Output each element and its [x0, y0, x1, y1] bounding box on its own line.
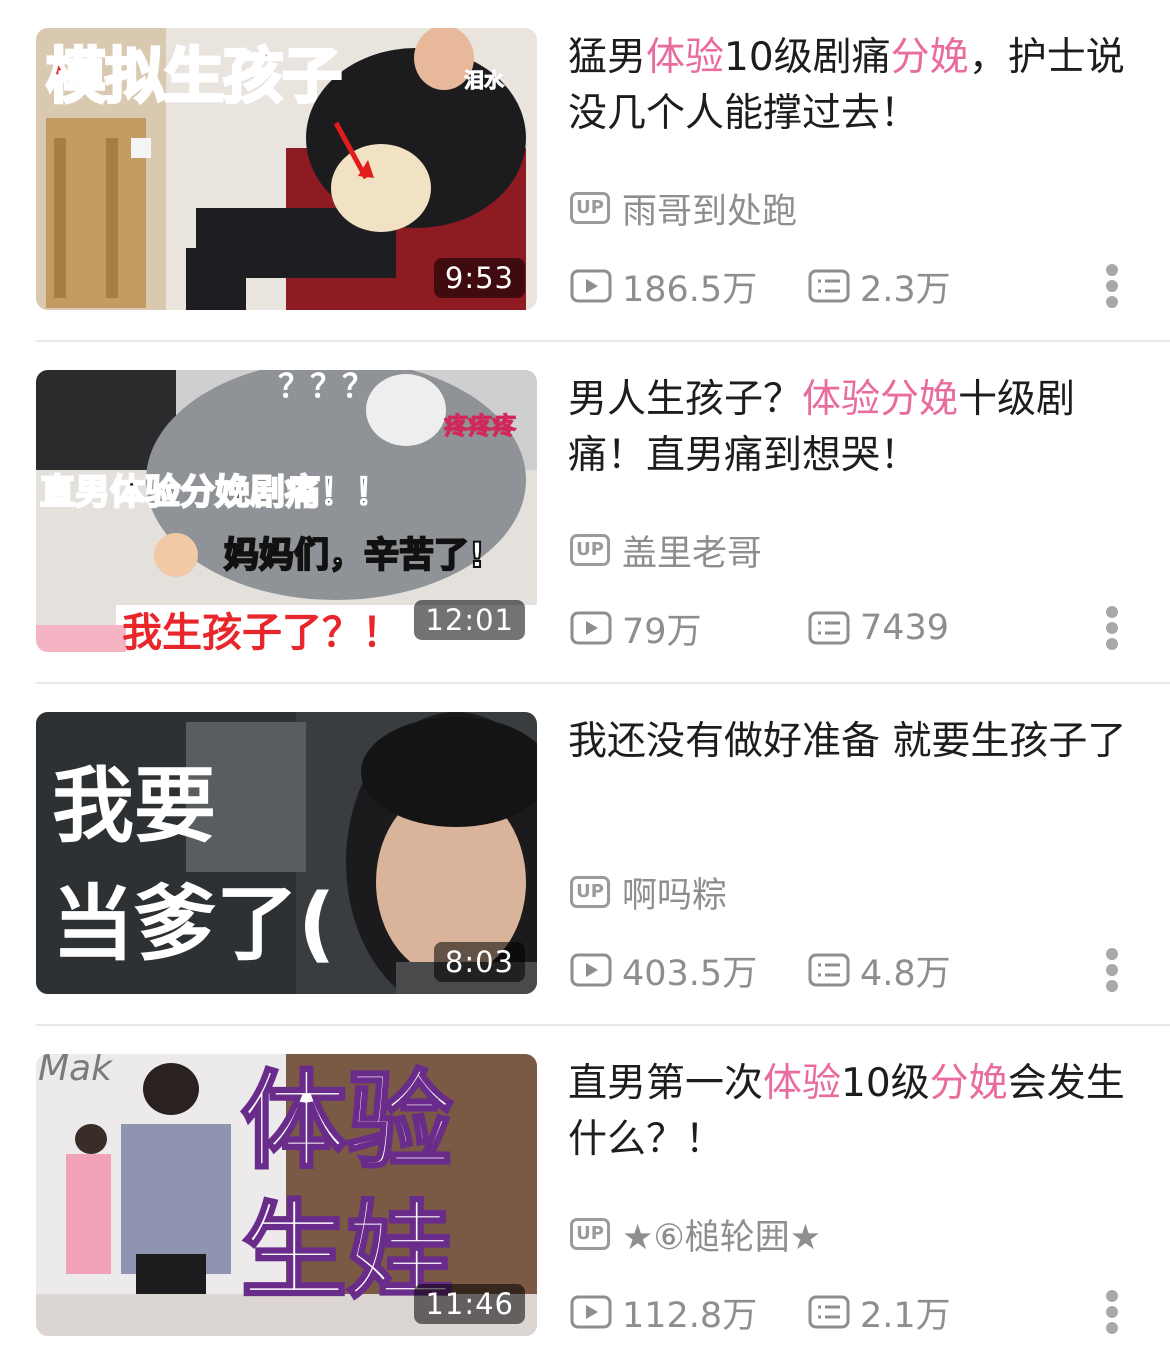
- video-thumbnail[interactable]: Mak 体验 生娃 11:46: [36, 1054, 537, 1336]
- title-text: 猛男: [568, 35, 647, 80]
- title-text: 直男第一次: [568, 1061, 764, 1106]
- play-count: 186.5万: [570, 261, 808, 312]
- danmaku-count-text: 7439: [860, 608, 950, 648]
- play-count-text: 79万: [622, 611, 702, 652]
- title-highlight: 体验: [763, 1061, 842, 1106]
- danmaku-count: 7439: [808, 608, 949, 648]
- title-text: 男人生孩子？: [568, 377, 803, 422]
- video-stats: 186.5万 2.3万: [570, 262, 951, 310]
- video-stats: 403.5万 4.8万: [570, 946, 951, 994]
- thumbnail-overlay-text: 模拟生孩子: [45, 42, 344, 112]
- video-stats: 79万 7439: [570, 604, 949, 652]
- up-badge: UP: [570, 876, 610, 908]
- play-count-text: 112.8万: [622, 1295, 758, 1336]
- video-stats: 112.8万 2.1万: [570, 1288, 951, 1336]
- video-list: 模拟生孩子 泪水 9:53 猛男体验10级剧痛分娩，护士说没几个人能撑过去！ U…: [0, 0, 1170, 1366]
- danmaku-count: 2.1万: [808, 1287, 951, 1338]
- more-vertical-icon[interactable]: [1100, 944, 1126, 996]
- play-count: 79万: [570, 603, 808, 654]
- up-badge: UP: [570, 192, 610, 224]
- danmaku-count: 4.8万: [808, 945, 951, 996]
- play-count: 403.5万: [570, 945, 808, 996]
- uploader-name[interactable]: 雨哥到处跑: [622, 183, 797, 234]
- danmaku-count-icon: [808, 269, 850, 303]
- thumbnail-overlay-text: 我生孩子了？！: [122, 610, 402, 652]
- danmaku-count: 2.3万: [808, 261, 951, 312]
- video-item[interactable]: 我要 当爹了( 8:03 我还没有做好准备 就要生孩子了 UP 啊吗粽 403.…: [0, 684, 1170, 1026]
- uploader-name[interactable]: ★⑥槌轮囲★: [622, 1209, 821, 1260]
- uploader[interactable]: UP 啊吗粽: [570, 870, 727, 916]
- uploader[interactable]: UP 雨哥到处跑: [570, 186, 797, 232]
- title-text: 10级剧痛: [724, 35, 891, 80]
- video-duration: 11:46: [414, 1284, 525, 1324]
- title-highlight: 体验: [646, 35, 725, 80]
- more-vertical-icon[interactable]: [1100, 260, 1126, 312]
- thumbnail-overlay-text: Mak: [38, 1054, 112, 1089]
- more-vertical-icon[interactable]: [1100, 1286, 1126, 1338]
- video-title[interactable]: 直男第一次体验10级分娩会发生什么？！: [568, 1056, 1143, 1168]
- video-thumbnail[interactable]: 模拟生孩子 泪水 9:53: [36, 28, 537, 310]
- more-vertical-icon[interactable]: [1100, 602, 1126, 654]
- video-title[interactable]: 男人生孩子？体验分娩十级剧痛！直男痛到想哭！: [568, 372, 1143, 484]
- up-badge: UP: [570, 534, 610, 566]
- thumbnail-overlay-text: 我要: [52, 759, 217, 854]
- video-title[interactable]: 猛男体验10级剧痛分娩，护士说没几个人能撑过去！: [568, 30, 1143, 142]
- uploader[interactable]: UP 盖里老哥: [570, 528, 762, 574]
- thumbnail-overlay-text: 直男体验分娩剧痛！！: [39, 473, 391, 513]
- up-badge: UP: [570, 1218, 610, 1250]
- uploader[interactable]: UP ★⑥槌轮囲★: [570, 1212, 821, 1258]
- thumbnail-overlay-text: ？？？: [278, 370, 375, 405]
- play-count-text: 186.5万: [622, 269, 758, 310]
- title-highlight: 分娩: [890, 35, 969, 80]
- play-count-text: 403.5万: [622, 953, 758, 994]
- thumbnail-overlay-text: 疼疼疼: [444, 412, 517, 440]
- play-count-icon: [570, 953, 612, 987]
- thumbnail-overlay-text: 泪水: [464, 68, 505, 92]
- danmaku-count-text: 4.8万: [860, 953, 951, 994]
- title-highlight: 分娩: [929, 1061, 1008, 1106]
- title-text: 10级: [841, 1061, 930, 1106]
- video-duration: 9:53: [433, 258, 525, 298]
- video-item[interactable]: Mak 体验 生娃 11:46 直男第一次体验10级分娩会发生什么？！ UP ★…: [0, 1026, 1170, 1366]
- danmaku-count-icon: [808, 611, 850, 645]
- danmaku-count-text: 2.1万: [860, 1295, 951, 1336]
- uploader-name[interactable]: 盖里老哥: [622, 525, 762, 576]
- video-duration: 12:01: [414, 600, 525, 640]
- title-text: 我还没有做好准备 就要生孩子了: [568, 719, 1127, 764]
- thumbnail-overlay-text: 妈妈们，辛苦了!: [223, 536, 486, 576]
- thumbnail-overlay-text: 当爹了(: [52, 877, 336, 972]
- danmaku-count-icon: [808, 1295, 850, 1329]
- video-item[interactable]: ？？？ 疼疼疼 直男体验分娩剧痛！！ 妈妈们，辛苦了! 我生孩子了？！ 12:0…: [0, 342, 1170, 684]
- video-thumbnail[interactable]: ？？？ 疼疼疼 直男体验分娩剧痛！！ 妈妈们，辛苦了! 我生孩子了？！ 12:0…: [36, 370, 537, 652]
- video-item[interactable]: 模拟生孩子 泪水 9:53 猛男体验10级剧痛分娩，护士说没几个人能撑过去！ U…: [0, 0, 1170, 342]
- uploader-name[interactable]: 啊吗粽: [622, 867, 727, 918]
- play-count-icon: [570, 611, 612, 645]
- play-count-icon: [570, 1295, 612, 1329]
- video-thumbnail[interactable]: 我要 当爹了( 8:03: [36, 712, 537, 994]
- thumbnail-overlay-text: 体验: [240, 1060, 455, 1183]
- play-count-icon: [570, 269, 612, 303]
- danmaku-count-text: 2.3万: [860, 269, 951, 310]
- play-count: 112.8万: [570, 1287, 808, 1338]
- danmaku-count-icon: [808, 953, 850, 987]
- video-title[interactable]: 我还没有做好准备 就要生孩子了: [568, 714, 1143, 770]
- video-duration: 8:03: [433, 942, 525, 982]
- title-highlight: 体验分娩: [802, 377, 959, 422]
